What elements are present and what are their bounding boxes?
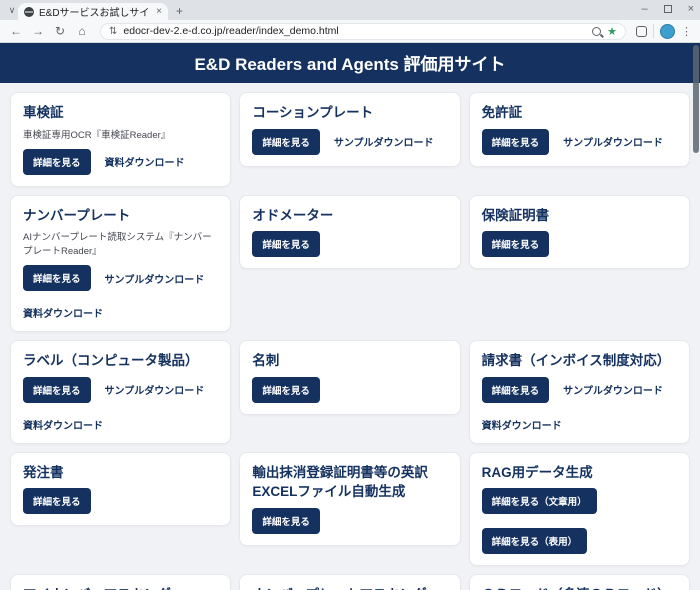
product-card: 請求書（インボイス制度対応） 詳細を見る サンプルダウンロード資料ダウンロード [468, 340, 690, 444]
card-title: 名刺 [252, 353, 280, 369]
address-bar[interactable]: ⇅ edocr-dev-2.e-d.co.jp/reader/index_dem… [100, 22, 626, 40]
card-actions: 詳細を見る [252, 376, 447, 403]
card-actions: 詳細を見る サンプルダウンロード資料ダウンロード [23, 376, 218, 432]
card-actions: 詳細を見る [23, 488, 218, 515]
product-card: 発注書 詳細を見る [10, 451, 232, 527]
card-actions: 詳細を見る サンプルダウンロード資料ダウンロード [23, 265, 218, 320]
card-actions: 詳細を見る サンプルダウンロード [481, 128, 677, 155]
card-actions: 詳細を見る [481, 231, 677, 258]
download-link[interactable]: サンプルダウンロード [563, 134, 663, 149]
minimize-button[interactable]: – [641, 2, 647, 16]
card-title: RAG用データ生成 [481, 464, 593, 480]
product-card: 名刺 詳細を見る [239, 340, 461, 415]
product-card: 免許証 詳細を見る サンプルダウンロード [468, 92, 690, 167]
detail-button[interactable]: 詳細を見る（表用） [481, 528, 588, 555]
home-icon[interactable]: ⌂ [74, 24, 90, 38]
card-subtitle: AIナンバープレート読取システム『ナンバープレートReader』 [23, 232, 212, 257]
download-link[interactable]: サンプルダウンロード [105, 382, 205, 397]
toolbar-divider [653, 24, 654, 38]
browser-tab-strip: ∨ E&Dサービスお試しサイト × + – × [0, 0, 700, 20]
site-info-icon[interactable]: ⇅ [109, 26, 117, 37]
download-link[interactable]: 資料ダウンロード [23, 417, 103, 432]
close-button[interactable]: × [688, 2, 694, 16]
url-text[interactable]: edocr-dev-2.e-d.co.jp/reader/index_demo.… [123, 25, 586, 37]
card-title: 保険証明書 [481, 207, 550, 223]
window-controls: – × [641, 2, 694, 16]
browser-tab[interactable]: E&Dサービスお試しサイト × [18, 3, 168, 20]
back-icon[interactable]: ← [8, 24, 24, 38]
product-card: ナンバープレートマスキング 詳細を見る [239, 574, 461, 590]
download-link[interactable]: 資料ダウンロード [105, 154, 185, 169]
browser-toolbar: ← → ↻ ⌂ ⇅ edocr-dev-2.e-d.co.jp/reader/i… [0, 20, 700, 43]
card-title: コーションプレート [252, 105, 374, 120]
card-actions: 詳細を見る [252, 507, 447, 534]
site-favicon-icon [24, 6, 34, 17]
card-title: ＱＲコード（多連ＱＲコード） [482, 585, 677, 590]
product-card: コーションプレート 詳細を見る サンプルダウンロード [239, 92, 461, 167]
card-grid: 車検証 車検証専用OCR『車検証Reader』 詳細を見る 資料ダウンロード コー… [10, 92, 690, 590]
card-actions: 詳細を見る（文章用） 詳細を見る（表用） [481, 488, 677, 555]
download-link[interactable]: サンプルダウンロード [563, 382, 663, 397]
detail-button[interactable]: 詳細を見る [481, 376, 550, 403]
download-link[interactable]: サンプルダウンロード [105, 271, 205, 286]
card-title: マイナンバーマスキング [23, 585, 218, 590]
card-title: オドメーター [252, 207, 334, 223]
detail-button[interactable]: 詳細を見る（文章用） [481, 488, 597, 515]
detail-button[interactable]: 詳細を見る [252, 376, 320, 403]
download-link[interactable]: 資料ダウンロード [23, 305, 103, 320]
card-title: 発注書 [23, 464, 64, 480]
card-actions: 詳細を見る サンプルダウンロード [252, 128, 447, 155]
product-card: 保険証明書 詳細を見る [468, 194, 690, 270]
card-title: ナンバープレートマスキング [252, 585, 447, 590]
page-title: E&D Readers and Agents 評価用サイト [0, 43, 700, 83]
card-title: 車検証 [23, 105, 64, 120]
card-title: 輸出抹消登録証明書等の英訳EXCELファイル自動生成 [252, 464, 428, 500]
detail-button[interactable]: 詳細を見る [23, 376, 91, 403]
zoom-icon[interactable] [592, 26, 602, 36]
card-subtitle: 車検証専用OCR『車検証Reader』 [23, 129, 171, 141]
bookmark-star-icon[interactable]: ★ [607, 25, 617, 38]
chevron-down-icon[interactable]: ∨ [5, 4, 19, 16]
tab-title: E&Dサービスお試しサイト [39, 8, 152, 19]
detail-button[interactable]: 詳細を見る [23, 265, 91, 292]
menu-dots-icon[interactable]: ⋮ [681, 25, 692, 38]
page-content: 車検証 車検証専用OCR『車検証Reader』 詳細を見る 資料ダウンロード コー… [0, 83, 700, 590]
card-title: ラベル（コンピュータ製品） [23, 353, 199, 369]
product-card: ラベル（コンピュータ製品） 詳細を見る サンプルダウンロード資料ダウンロード [10, 340, 232, 444]
download-link[interactable]: 資料ダウンロード [482, 417, 562, 432]
product-card: オドメーター 詳細を見る [239, 194, 461, 270]
download-link[interactable]: サンプルダウンロード [334, 134, 434, 149]
detail-button[interactable]: 詳細を見る [23, 488, 91, 515]
extensions-icon[interactable] [636, 25, 647, 37]
forward-icon[interactable]: → [30, 24, 46, 38]
card-title: 請求書（インボイス制度対応） [481, 353, 671, 369]
product-card: ＱＲコード（多連ＱＲコード） 詳細を見る [468, 574, 690, 590]
product-card: ナンバープレート AIナンバープレート読取システム『ナンバープレートReader… [10, 194, 232, 333]
card-actions: 詳細を見る 資料ダウンロード [23, 148, 218, 175]
product-card: マイナンバーマスキング 詳細を見る [10, 574, 232, 590]
card-title: 免許証 [481, 105, 523, 120]
product-card: 輸出抹消登録証明書等の英訳EXCELファイル自動生成 詳細を見る [239, 451, 461, 546]
detail-button[interactable]: 詳細を見る [252, 128, 320, 155]
detail-button[interactable]: 詳細を見る [481, 231, 550, 258]
new-tab-button[interactable]: + [176, 4, 183, 18]
product-card: 車検証 車検証専用OCR『車検証Reader』 詳細を見る 資料ダウンロード [10, 92, 232, 187]
scrollbar-thumb[interactable] [693, 45, 699, 153]
detail-button[interactable]: 詳細を見る [252, 507, 320, 534]
card-title: ナンバープレート [23, 207, 131, 223]
detail-button[interactable]: 詳細を見る [481, 128, 550, 155]
card-actions: 詳細を見る サンプルダウンロード資料ダウンロード [481, 376, 677, 432]
maximize-button[interactable] [663, 5, 672, 13]
card-actions: 詳細を見る [252, 231, 447, 258]
detail-button[interactable]: 詳細を見る [252, 231, 320, 258]
tab-close-icon[interactable]: × [156, 6, 162, 17]
reload-icon[interactable]: ↻ [52, 24, 68, 38]
product-card: RAG用データ生成 詳細を見る（文章用） 詳細を見る（表用） [468, 451, 690, 567]
profile-avatar[interactable] [660, 23, 675, 39]
detail-button[interactable]: 詳細を見る [23, 148, 91, 175]
